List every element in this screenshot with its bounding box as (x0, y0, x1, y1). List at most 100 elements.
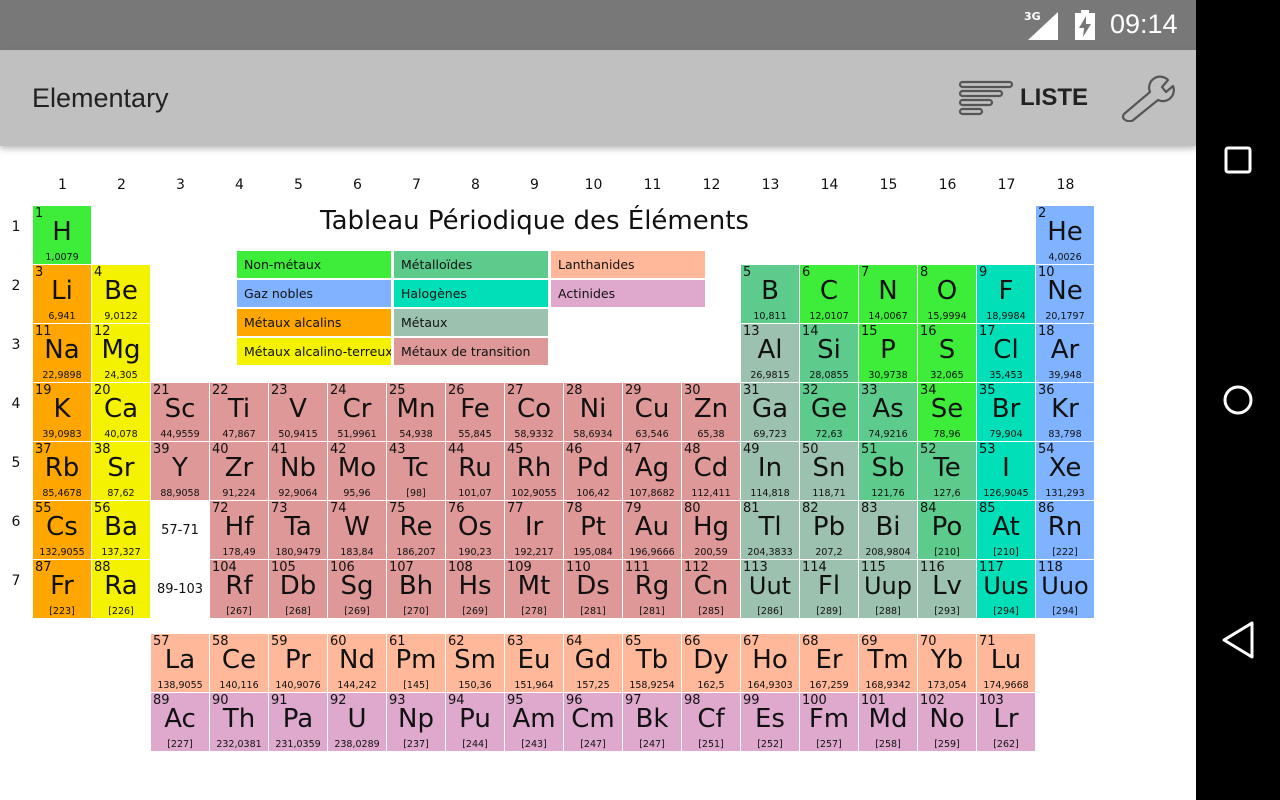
element-cell-fr[interactable]: 87 Fr [223] (33, 560, 91, 618)
element-cell-cu[interactable]: 29 Cu 63,546 (623, 383, 681, 441)
element-cell-tb[interactable]: 65 Tb 158,9254 (623, 634, 681, 692)
element-cell-ho[interactable]: 67 Ho 164,9303 (741, 634, 799, 692)
element-cell-si[interactable]: 14 Si 28,0855 (800, 324, 858, 382)
element-cell-ni[interactable]: 28 Ni 58,6934 (564, 383, 622, 441)
settings-button[interactable] (1118, 74, 1178, 123)
element-cell-au[interactable]: 79 Au 196,9666 (623, 501, 681, 559)
element-cell-ar[interactable]: 18 Ar 39,948 (1036, 324, 1094, 382)
element-cell-pd[interactable]: 46 Pd 106,42 (564, 442, 622, 500)
element-cell-bk[interactable]: 97 Bk [247] (623, 693, 681, 751)
element-cell-pa[interactable]: 91 Pa 231,0359 (269, 693, 327, 751)
element-cell-b[interactable]: 5 B 10,811 (741, 265, 799, 323)
element-cell-uut[interactable]: 113 Uut [286] (741, 560, 799, 618)
list-view-button[interactable]: LISTE (958, 78, 1088, 118)
element-cell-sr[interactable]: 38 Sr 87,62 (92, 442, 150, 500)
element-cell-rh[interactable]: 45 Rh 102,9055 (505, 442, 563, 500)
element-cell-tc[interactable]: 43 Tc [98] (387, 442, 445, 500)
element-cell-ds[interactable]: 110 Ds [281] (564, 560, 622, 618)
element-cell-sg[interactable]: 106 Sg [269] (328, 560, 386, 618)
element-cell-ne[interactable]: 10 Ne 20,1797 (1036, 265, 1094, 323)
element-cell-mt[interactable]: 109 Mt [278] (505, 560, 563, 618)
recent-apps-button[interactable] (1196, 130, 1280, 190)
element-cell-al[interactable]: 13 Al 26,9815 (741, 324, 799, 382)
element-cell-he[interactable]: 2 He 4,0026 (1036, 206, 1094, 264)
back-button[interactable] (1196, 610, 1280, 670)
element-cell-cm[interactable]: 96 Cm [247] (564, 693, 622, 751)
element-cell-eu[interactable]: 63 Eu 151,964 (505, 634, 563, 692)
element-cell-pu[interactable]: 94 Pu [244] (446, 693, 504, 751)
element-cell-ga[interactable]: 31 Ga 69,723 (741, 383, 799, 441)
element-cell-dy[interactable]: 66 Dy 162,5 (682, 634, 740, 692)
element-cell-zr[interactable]: 40 Zr 91,224 (210, 442, 268, 500)
element-cell-la[interactable]: 57 La 138,9055 (151, 634, 209, 692)
element-cell-rb[interactable]: 37 Rb 85,4678 (33, 442, 91, 500)
element-cell-be[interactable]: 4 Be 9,0122 (92, 265, 150, 323)
element-cell-lv[interactable]: 116 Lv [293] (918, 560, 976, 618)
element-cell-ce[interactable]: 58 Ce 140,116 (210, 634, 268, 692)
element-cell-re[interactable]: 75 Re 186,207 (387, 501, 445, 559)
element-cell-es[interactable]: 99 Es [252] (741, 693, 799, 751)
element-cell-rn[interactable]: 86 Rn [222] (1036, 501, 1094, 559)
element-cell-fm[interactable]: 100 Fm [257] (800, 693, 858, 751)
element-cell-cl[interactable]: 17 Cl 35,453 (977, 324, 1035, 382)
element-cell-mn[interactable]: 25 Mn 54,938 (387, 383, 445, 441)
element-cell-am[interactable]: 95 Am [243] (505, 693, 563, 751)
element-cell-db[interactable]: 105 Db [268] (269, 560, 327, 618)
element-cell-ag[interactable]: 47 Ag 107,8682 (623, 442, 681, 500)
element-cell-hf[interactable]: 72 Hf 178,49 (210, 501, 268, 559)
element-cell-li[interactable]: 3 Li 6,941 (33, 265, 91, 323)
element-cell-hs[interactable]: 108 Hs [269] (446, 560, 504, 618)
element-cell-xe[interactable]: 54 Xe 131,293 (1036, 442, 1094, 500)
element-cell-as[interactable]: 33 As 74,9216 (859, 383, 917, 441)
element-cell-pt[interactable]: 78 Pt 195,084 (564, 501, 622, 559)
element-cell-o[interactable]: 8 O 15,9994 (918, 265, 976, 323)
element-cell-er[interactable]: 68 Er 167,259 (800, 634, 858, 692)
element-cell-nb[interactable]: 41 Nb 92,9064 (269, 442, 327, 500)
element-cell-co[interactable]: 27 Co 58,9332 (505, 383, 563, 441)
element-cell-hg[interactable]: 80 Hg 200,59 (682, 501, 740, 559)
element-cell-cr[interactable]: 24 Cr 51,9961 (328, 383, 386, 441)
home-button[interactable] (1196, 370, 1280, 430)
element-cell-se[interactable]: 34 Se 78,96 (918, 383, 976, 441)
element-cell-ru[interactable]: 44 Ru 101,07 (446, 442, 504, 500)
element-cell-kr[interactable]: 36 Kr 83,798 (1036, 383, 1094, 441)
element-cell-pr[interactable]: 59 Pr 140,9076 (269, 634, 327, 692)
element-cell-na[interactable]: 11 Na 22,9898 (33, 324, 91, 382)
element-cell-te[interactable]: 52 Te 127,6 (918, 442, 976, 500)
element-cell-yb[interactable]: 70 Yb 173,054 (918, 634, 976, 692)
element-cell-sb[interactable]: 51 Sb 121,76 (859, 442, 917, 500)
element-cell-c[interactable]: 6 C 12,0107 (800, 265, 858, 323)
element-cell-n[interactable]: 7 N 14,0067 (859, 265, 917, 323)
element-cell-f[interactable]: 9 F 18,9984 (977, 265, 1035, 323)
element-cell-br[interactable]: 35 Br 79,904 (977, 383, 1035, 441)
element-cell-mo[interactable]: 42 Mo 95,96 (328, 442, 386, 500)
element-cell-mg[interactable]: 12 Mg 24,305 (92, 324, 150, 382)
element-cell-rf[interactable]: 104 Rf [267] (210, 560, 268, 618)
element-cell-bh[interactable]: 107 Bh [270] (387, 560, 445, 618)
element-cell-pb[interactable]: 82 Pb 207,2 (800, 501, 858, 559)
element-cell-in[interactable]: 49 In 114,818 (741, 442, 799, 500)
element-cell-ta[interactable]: 73 Ta 180,9479 (269, 501, 327, 559)
element-cell-ba[interactable]: 56 Ba 137,327 (92, 501, 150, 559)
element-cell-tl[interactable]: 81 Tl 204,3833 (741, 501, 799, 559)
element-cell-po[interactable]: 84 Po [210] (918, 501, 976, 559)
element-cell-os[interactable]: 76 Os 190,23 (446, 501, 504, 559)
element-cell-uuo[interactable]: 118 Uuo [294] (1036, 560, 1094, 618)
element-cell-y[interactable]: 39 Y 88,9058 (151, 442, 209, 500)
element-cell-p[interactable]: 15 P 30,9738 (859, 324, 917, 382)
element-cell-pm[interactable]: 61 Pm [145] (387, 634, 445, 692)
element-cell-sm[interactable]: 62 Sm 150,36 (446, 634, 504, 692)
element-cell-ac[interactable]: 89 Ac [227] (151, 693, 209, 751)
element-cell-sc[interactable]: 21 Sc 44,9559 (151, 383, 209, 441)
element-cell-k[interactable]: 19 K 39,0983 (33, 383, 91, 441)
element-cell-bi[interactable]: 83 Bi 208,9804 (859, 501, 917, 559)
element-cell-s[interactable]: 16 S 32,065 (918, 324, 976, 382)
element-cell-w[interactable]: 74 W 183,84 (328, 501, 386, 559)
element-cell-uus[interactable]: 117 Uus [294] (977, 560, 1035, 618)
element-cell-md[interactable]: 101 Md [258] (859, 693, 917, 751)
element-cell-fe[interactable]: 26 Fe 55,845 (446, 383, 504, 441)
element-cell-ti[interactable]: 22 Ti 47,867 (210, 383, 268, 441)
element-cell-gd[interactable]: 64 Gd 157,25 (564, 634, 622, 692)
element-cell-uup[interactable]: 115 Uup [288] (859, 560, 917, 618)
element-cell-i[interactable]: 53 I 126,9045 (977, 442, 1035, 500)
